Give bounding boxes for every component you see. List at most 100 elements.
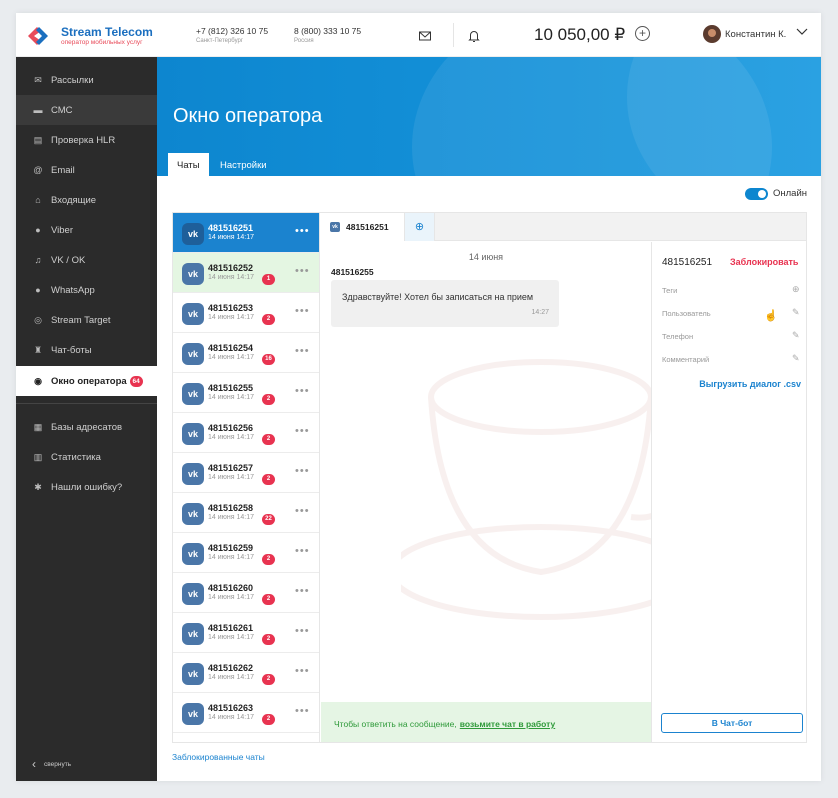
bot-icon: ♜ xyxy=(33,345,43,355)
more-options-icon[interactable]: ••• xyxy=(295,585,310,597)
chat-list-item[interactable]: vk 481516254 14 июня 14:17 16 ••• xyxy=(173,333,319,373)
vk-icon: vk xyxy=(182,703,204,725)
chat-list-item[interactable]: vk 481516255 14 июня 14:17 2 ••• xyxy=(173,373,319,413)
add-tag-icon[interactable]: ⊕ xyxy=(792,284,800,295)
chat-name: 481516257 xyxy=(208,463,254,473)
tab-chats[interactable]: Чаты xyxy=(168,153,209,176)
stream-logo-icon[interactable] xyxy=(24,22,52,50)
sidebar-item-hlr[interactable]: ▤ Проверка HLR xyxy=(16,125,157,155)
vk-icon: vk xyxy=(182,623,204,645)
chat-date: 14 июня 14:17 xyxy=(208,354,255,361)
sidebar-item-viber[interactable]: ● Viber xyxy=(16,215,157,245)
edit-phone-icon[interactable]: ✎ xyxy=(792,330,800,341)
chat-list-item[interactable]: vk 481516259 14 июня 14:17 2 ••• xyxy=(173,533,319,573)
chat-list-item[interactable]: vk 481516253 14 июня 14:17 2 ••• xyxy=(173,293,319,333)
take-chat-link[interactable]: возьмите чат в работу xyxy=(460,719,555,729)
phone-russia[interactable]: 8 (800) 333 10 75 Россия xyxy=(294,26,361,44)
chat-name: 481516251 xyxy=(208,223,254,233)
tab-settings[interactable]: Настройки xyxy=(211,153,276,176)
messages-icon[interactable] xyxy=(418,29,432,43)
edit-user-icon[interactable]: ✎ xyxy=(792,307,800,318)
blocked-chats-link[interactable]: Заблокированные чаты xyxy=(172,752,265,762)
sidebar-item-stream-target[interactable]: ◎ Stream Target xyxy=(16,305,157,335)
sidebar-divider xyxy=(16,403,157,404)
email-icon: @ xyxy=(33,165,43,175)
user-name[interactable]: Константин К. xyxy=(725,29,786,40)
chat-name: 481516260 xyxy=(208,583,254,593)
chat-tabs: vk 481516251 ⊕ xyxy=(321,213,806,241)
chat-date: 14 июня 14:17 xyxy=(208,714,255,721)
chat-list-item[interactable]: vk 481516256 14 июня 14:17 2 ••• xyxy=(173,413,319,453)
sidebar-item-chatbots[interactable]: ♜ Чат-боты xyxy=(16,335,157,365)
sidebar-item-sms[interactable]: ▬ СМС xyxy=(16,95,157,125)
phone-number: +7 (812) 326 10 75 xyxy=(196,26,269,36)
chevron-down-icon[interactable] xyxy=(796,28,808,38)
chat-list-item[interactable]: vk 481516258 14 июня 14:17 22 ••• xyxy=(173,493,319,533)
export-dialog-link[interactable]: Выгрузить диалог .csv xyxy=(699,379,801,389)
to-chatbot-button[interactable]: В Чат-бот xyxy=(661,713,803,733)
chat-list-item[interactable]: vk 481516252 14 июня 14:17 1 ••• xyxy=(173,253,319,293)
more-options-icon[interactable]: ••• xyxy=(295,225,310,237)
chat-name: 481516254 xyxy=(208,343,254,353)
chat-list-item[interactable]: vk 481516260 14 июня 14:17 2 ••• xyxy=(173,573,319,613)
more-options-icon[interactable]: ••• xyxy=(295,305,310,317)
sidebar-item-contacts[interactable]: ▦ Базы адресатов xyxy=(16,412,157,442)
sms-icon: ▬ xyxy=(33,105,43,115)
sidebar-item-email[interactable]: @ Email xyxy=(16,155,157,185)
add-tab-button[interactable]: ⊕ xyxy=(405,213,435,241)
sidebar-item-inbox[interactable]: ⌂ Входящие xyxy=(16,185,157,215)
message-text: Здравствуйте! Хотел бы записаться на при… xyxy=(342,292,534,302)
online-toggle[interactable] xyxy=(745,188,768,200)
take-chat-text: Чтобы ответить на сообщение, возьмите чат… xyxy=(334,719,555,729)
sidebar: ✉ Рассылки ▬ СМС ▤ Проверка HLR @ Email ⌂ Вхо… xyxy=(16,57,157,781)
chat-list-item[interactable]: vk 481516263 14 июня 14:17 2 ••• xyxy=(173,693,319,733)
more-options-icon[interactable]: ••• xyxy=(295,425,310,437)
vk-icon: vk xyxy=(182,343,204,365)
more-options-icon[interactable]: ••• xyxy=(295,545,310,557)
more-options-icon[interactable]: ••• xyxy=(295,345,310,357)
sidebar-item-whatsapp[interactable]: ● WhatsApp xyxy=(16,275,157,305)
phone-spb[interactable]: +7 (812) 326 10 75 Санкт-Петербург xyxy=(196,26,268,44)
sidebar-item-mailings[interactable]: ✉ Рассылки xyxy=(16,65,157,95)
chat-date: 14 июня 14:17 xyxy=(208,274,255,281)
collapse-label: свернуть xyxy=(44,760,72,768)
sidebar-item-operator-window[interactable]: ◉ Окно оператора 64 xyxy=(16,366,157,396)
chat-name: 481516261 xyxy=(208,623,254,633)
vk-icon: ♫ xyxy=(34,255,42,265)
chat-list-item[interactable]: vk 481516261 14 июня 14:17 2 ••• xyxy=(173,613,319,653)
message-time: 14:27 xyxy=(531,309,549,316)
whatsapp-icon: ● xyxy=(35,285,41,295)
chat-list[interactable]: vk 481516251 14 июня 14:17 ••• vk 481516252 14… xyxy=(173,213,320,742)
chat-list-item[interactable]: vk 481516257 14 июня 14:17 2 ••• xyxy=(173,453,319,493)
chat-list-item[interactable]: vk 481516251 14 июня 14:17 ••• xyxy=(173,213,319,253)
block-button[interactable]: Заблокировать xyxy=(730,257,798,267)
sidebar-item-stats[interactable]: ▥ Статистика xyxy=(16,442,157,472)
vk-icon: vk xyxy=(182,583,204,605)
banner-decoration xyxy=(627,57,821,176)
more-options-icon[interactable]: ••• xyxy=(295,465,310,477)
chat-name: 481516256 xyxy=(208,423,254,433)
open-chat-tab-label: 481516251 xyxy=(346,222,389,232)
chat-list-item[interactable]: vk 481516262 14 июня 14:17 2 ••• xyxy=(173,653,319,693)
more-options-icon[interactable]: ••• xyxy=(295,385,310,397)
more-options-icon[interactable]: ••• xyxy=(295,625,310,637)
more-options-icon[interactable]: ••• xyxy=(295,505,310,517)
phone-city: Санкт-Петербург xyxy=(196,38,244,44)
sidebar-item-vk-ok[interactable]: ♫ VK / OK xyxy=(16,245,157,275)
more-options-icon[interactable]: ••• xyxy=(295,665,310,677)
more-options-icon[interactable]: ••• xyxy=(295,705,310,717)
sidebar-item-report-bug[interactable]: ✱ Нашли ошибку? xyxy=(16,472,157,502)
stats-icon: ▥ xyxy=(33,452,43,462)
more-options-icon[interactable]: ••• xyxy=(295,265,310,277)
add-balance-icon[interactable]: + xyxy=(635,26,650,41)
edit-comment-icon[interactable]: ✎ xyxy=(792,353,800,364)
sidebar-item-label: VK / OK xyxy=(51,254,86,266)
open-chat-tab[interactable]: vk 481516251 xyxy=(321,213,405,241)
bell-icon[interactable] xyxy=(467,29,481,43)
account-balance: 10 050,00 ₽ xyxy=(534,25,626,44)
sidebar-item-label: Проверка HLR xyxy=(51,134,116,146)
take-chat-prefix: Чтобы ответить на сообщение, xyxy=(334,719,457,729)
collapse-sidebar-button[interactable]: ‹ свернуть xyxy=(32,757,71,771)
avatar[interactable] xyxy=(703,25,721,43)
chat-name: 481516255 xyxy=(208,383,254,393)
